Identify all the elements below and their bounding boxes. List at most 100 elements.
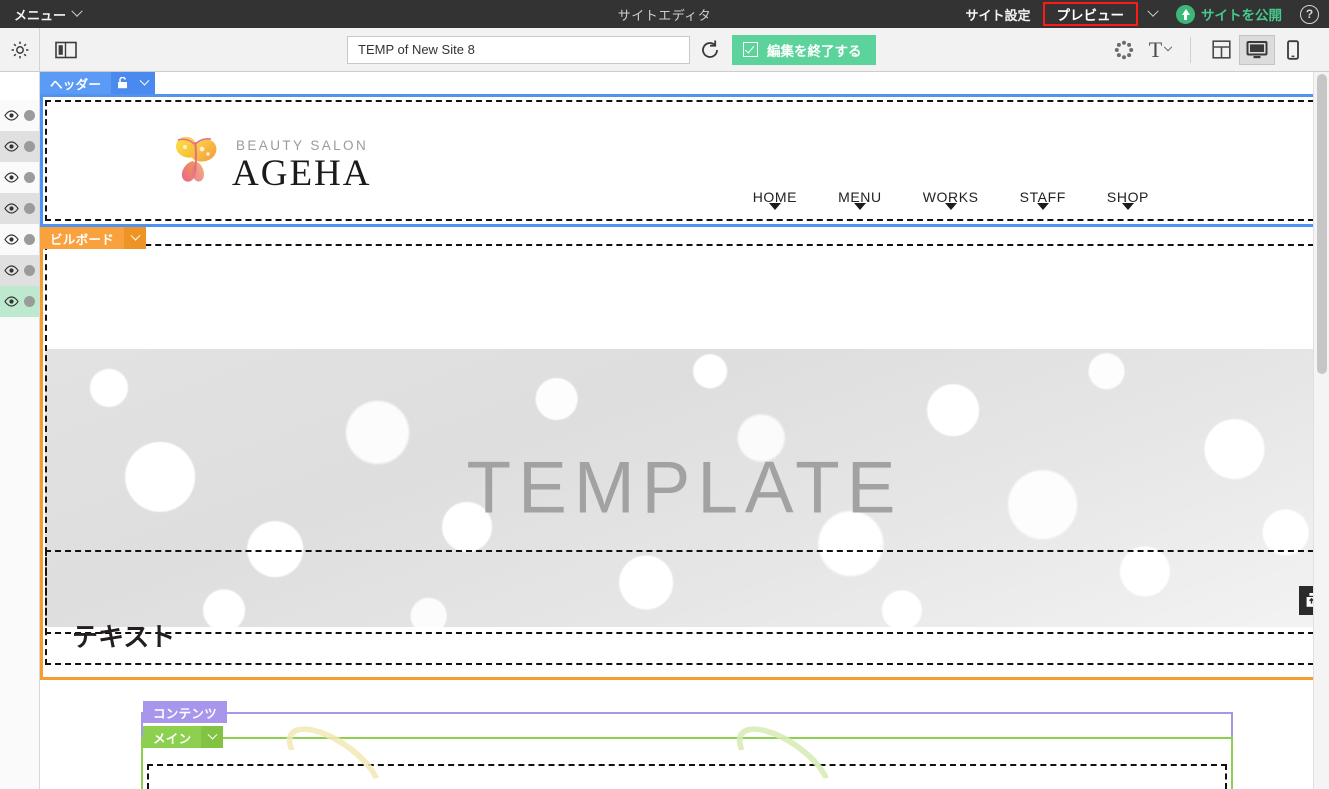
color-wheel-icon xyxy=(1114,40,1134,59)
device-desktop-button[interactable] xyxy=(1239,34,1275,65)
rail-row-6[interactable] xyxy=(0,255,39,286)
eye-icon xyxy=(4,141,19,152)
menu-label: メニュー xyxy=(14,7,67,23)
layout-grid-icon xyxy=(1211,40,1231,59)
eye-icon xyxy=(4,234,19,245)
rail-row-4[interactable] xyxy=(0,193,39,224)
chevron-down-icon xyxy=(1163,42,1173,51)
rail-row-1[interactable] xyxy=(0,100,39,131)
settings-button[interactable] xyxy=(0,28,40,71)
chevron-down-icon xyxy=(139,75,150,86)
desktop-monitor-icon xyxy=(1246,40,1268,58)
workspace: ヘッダー BEAUTY SALON AGEHA HOME MENU WORKS … xyxy=(0,72,1329,789)
dot-icon[interactable] xyxy=(24,265,35,276)
layout-device-tools xyxy=(1191,34,1323,65)
reload-button[interactable] xyxy=(690,33,730,67)
rail-row-5[interactable] xyxy=(0,224,39,255)
text-style-icon: T xyxy=(1148,36,1163,62)
site-header-block[interactable]: BEAUTY SALON AGEHA HOME MENU WORKS STAFF SHO… xyxy=(40,94,1329,227)
preview-dropdown-button[interactable] xyxy=(1140,0,1166,28)
eye-icon xyxy=(4,110,19,121)
dot-icon[interactable] xyxy=(24,172,35,183)
editor-toolbar: 編集を終了する T xyxy=(0,28,1329,72)
main-block[interactable] xyxy=(141,711,1233,789)
text-style-button[interactable]: T xyxy=(1142,35,1178,65)
content-area[interactable]: コンテンツ メイン xyxy=(141,701,1233,789)
billboard-left-edge xyxy=(40,227,43,680)
section-tab-main[interactable]: メイン xyxy=(143,726,224,748)
text-block-heading: テキスト xyxy=(72,622,176,652)
section-tab-billboard-label: ビルボード xyxy=(50,232,115,247)
chevron-down-icon xyxy=(71,5,83,17)
section-tab-header[interactable]: ヘッダー xyxy=(40,72,156,94)
logo-name: AGEHA xyxy=(232,153,372,194)
section-tab-contents[interactable]: コンテンツ xyxy=(143,701,228,723)
billboard-image[interactable]: TEMPLATE xyxy=(45,349,1324,627)
site-canvas[interactable]: ヘッダー BEAUTY SALON AGEHA HOME MENU WORKS … xyxy=(40,72,1329,789)
section-tab-main-label: メイン xyxy=(153,731,192,746)
eye-icon xyxy=(4,203,19,214)
site-nav-item-works[interactable]: WORKS xyxy=(923,189,979,228)
layout-grid-button[interactable] xyxy=(1203,35,1239,65)
toolbar-right-group: T xyxy=(1094,28,1329,71)
header-top-rule xyxy=(40,94,1329,97)
eye-icon xyxy=(4,296,19,307)
site-settings-button[interactable]: サイト設定 xyxy=(955,0,1040,28)
side-panel-icon xyxy=(55,41,77,58)
site-navigation: HOME MENU WORKS STAFF SHOP xyxy=(753,189,1149,228)
device-mobile-button[interactable] xyxy=(1275,35,1311,65)
rail-row-7[interactable] xyxy=(0,286,39,317)
site-nav-item-home[interactable]: HOME xyxy=(753,189,797,228)
finish-editing-label: 編集を終了する xyxy=(767,43,862,59)
question-circle-icon[interactable]: ? xyxy=(1300,4,1319,24)
site-logo[interactable]: BEAUTY SALON AGEHA xyxy=(172,134,371,192)
publish-label: サイトを公開 xyxy=(1201,8,1282,23)
site-settings-label: サイト設定 xyxy=(965,7,1031,23)
chevron-down-icon xyxy=(1147,5,1159,17)
dot-icon[interactable] xyxy=(24,110,35,121)
unlock-icon[interactable] xyxy=(111,72,134,94)
mobile-phone-icon xyxy=(1287,39,1299,60)
billboard-title: TEMPLATE xyxy=(466,447,903,529)
site-nav-item-menu[interactable]: MENU xyxy=(838,189,882,228)
canvas-scrollbar[interactable] xyxy=(1313,72,1329,789)
rail-spacer xyxy=(0,72,39,100)
section-billboard-dropdown-button[interactable] xyxy=(124,227,147,249)
site-nav-item-shop[interactable]: SHOP xyxy=(1107,189,1149,228)
upload-arrow-circle-icon xyxy=(1176,4,1195,24)
site-nav-item-staff[interactable]: STAFF xyxy=(1020,189,1066,228)
publish-site-button[interactable]: サイトを公開 xyxy=(1166,0,1292,28)
chevron-down-icon xyxy=(207,729,218,740)
header-left-edge xyxy=(40,94,43,227)
color-palette-button[interactable] xyxy=(1106,35,1142,65)
logo-tagline: BEAUTY SALON xyxy=(236,137,369,153)
section-main-dropdown-button[interactable] xyxy=(201,726,224,748)
help-label: ? xyxy=(1305,6,1314,21)
eye-icon xyxy=(4,265,19,276)
gear-icon xyxy=(11,41,28,58)
toggle-side-panel-button[interactable] xyxy=(40,28,92,71)
preview-button[interactable]: プレビュー xyxy=(1042,2,1138,26)
menu-button[interactable]: メニュー xyxy=(14,5,83,24)
top-menu-bar: メニュー サイトエディタ サイト設定 プレビュー サイトを公開 ? xyxy=(0,0,1329,28)
scrollbar-thumb[interactable] xyxy=(1317,74,1327,374)
dot-icon[interactable] xyxy=(24,141,35,152)
site-name-input[interactable] xyxy=(347,35,690,64)
topbar-actions: サイト設定 プレビュー サイトを公開 ? xyxy=(955,0,1329,28)
rail-row-3[interactable] xyxy=(0,162,39,193)
checkbox-checked-icon xyxy=(743,42,758,57)
section-tab-header-label: ヘッダー xyxy=(50,77,102,92)
dot-icon[interactable] xyxy=(24,234,35,245)
dot-icon[interactable] xyxy=(24,203,35,214)
butterfly-logo-icon xyxy=(175,136,217,182)
main-selection-outline xyxy=(147,711,1227,789)
header-bottom-rule xyxy=(40,224,1329,227)
preview-label: プレビュー xyxy=(1056,8,1125,23)
section-tab-billboard[interactable]: ビルボード xyxy=(40,227,147,249)
section-header-dropdown-button[interactable] xyxy=(133,72,156,94)
rail-row-2[interactable] xyxy=(0,131,39,162)
dot-icon[interactable] xyxy=(24,296,35,307)
finish-editing-button[interactable]: 編集を終了する xyxy=(732,34,876,65)
section-tab-contents-label: コンテンツ xyxy=(153,706,218,721)
reload-icon xyxy=(702,40,718,58)
